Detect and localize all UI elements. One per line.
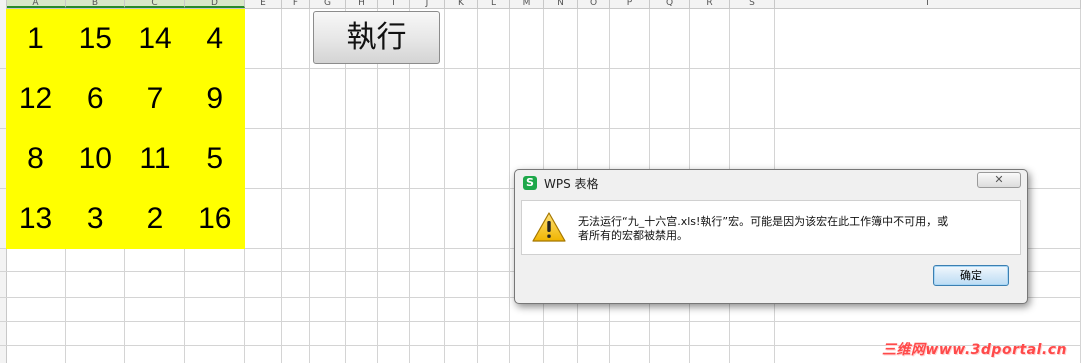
cell-value[interactable]: 14 — [126, 9, 185, 69]
cell-value[interactable]: 15 — [66, 9, 125, 69]
column-header-B[interactable]: B — [66, 0, 125, 8]
column-header-G[interactable]: G — [310, 0, 346, 8]
cell-value[interactable]: 3 — [66, 189, 125, 249]
dialog-message-line-2: 者所有的宏都被禁用。 — [578, 229, 688, 242]
cell-value[interactable]: 6 — [66, 69, 125, 129]
column-header-N[interactable]: N — [544, 0, 578, 8]
column-header-O[interactable]: O — [578, 0, 610, 8]
cell-value[interactable]: 2 — [126, 189, 185, 249]
wps-logo-icon: S — [523, 176, 537, 190]
cell-value[interactable]: 10 — [66, 129, 125, 189]
column-header-A[interactable]: A — [6, 0, 66, 8]
cell-value[interactable]: 8 — [6, 129, 65, 189]
cell-value[interactable]: 5 — [185, 129, 244, 189]
cell-value[interactable]: 13 — [6, 189, 65, 249]
column-header-I[interactable]: I — [378, 0, 410, 8]
dialog-message: 无法运行“九_十六宫.xls!執行”宏。可能是因为该宏在此工作簿中不可用，或 者… — [578, 215, 1008, 243]
column-header-S[interactable]: S — [730, 0, 775, 8]
cell-value[interactable]: 16 — [185, 189, 244, 249]
dialog-title-bar[interactable]: S WPS 表格 ✕ — [515, 170, 1027, 196]
column-header-F[interactable]: F — [282, 0, 310, 8]
column-header-E[interactable]: E — [245, 0, 282, 8]
dialog-title: WPS 表格 — [544, 177, 599, 191]
column-header-T[interactable]: T — [775, 0, 1081, 8]
column-header-K[interactable]: K — [445, 0, 478, 8]
cell-value[interactable]: 7 — [126, 69, 185, 129]
cell-value[interactable]: 12 — [6, 69, 65, 129]
site-watermark: 三维网www.3dportal.cn — [881, 342, 1067, 358]
grid-hline — [0, 321, 1081, 322]
column-header-Q[interactable]: Q — [650, 0, 690, 8]
grid-vline — [509, 9, 510, 363]
ok-button[interactable]: 确定 — [933, 265, 1009, 286]
cell-value[interactable]: 4 — [185, 9, 244, 69]
grid-vline — [444, 9, 445, 363]
run-macro-button[interactable]: 執行 — [313, 11, 440, 64]
dialog-message-line-1: 无法运行“九_十六宫.xls!執行”宏。可能是因为该宏在此工作簿中不可用，或 — [578, 215, 949, 228]
warning-icon — [532, 212, 566, 242]
column-header-P[interactable]: P — [610, 0, 650, 8]
column-header-H[interactable]: H — [346, 0, 378, 8]
grid-vline — [281, 9, 282, 363]
column-header-D[interactable]: D — [185, 0, 245, 8]
column-header-J[interactable]: J — [410, 0, 445, 8]
cell-value[interactable]: 11 — [126, 129, 185, 189]
wps-alert-dialog: S WPS 表格 ✕ 无法运行“九_十六宫.xls!執行”宏。可能是因为该宏在此… — [514, 169, 1028, 304]
dialog-message-area: 无法运行“九_十六宫.xls!執行”宏。可能是因为该宏在此工作簿中不可用，或 者… — [521, 200, 1021, 255]
column-header-M[interactable]: M — [510, 0, 544, 8]
cell-value[interactable]: 1 — [6, 9, 65, 69]
close-button[interactable]: ✕ — [977, 172, 1021, 188]
column-header-C[interactable]: C — [125, 0, 185, 8]
cell-value[interactable]: 9 — [185, 69, 244, 129]
column-header-row: ABCDEFGHIJKLMNOPQRSTU — [0, 0, 1081, 9]
grid-vline — [309, 9, 310, 363]
column-header-L[interactable]: L — [478, 0, 510, 8]
spreadsheet-grid[interactable]: ABCDEFGHIJKLMNOPQRSTU 115144126798101151… — [0, 0, 1081, 363]
grid-vline — [477, 9, 478, 363]
magic-square-range[interactable]: 1 15 14 4 12 6 7 9 8 10 11 5 13 3 2 16 — [6, 9, 245, 249]
column-header-R[interactable]: R — [690, 0, 730, 8]
